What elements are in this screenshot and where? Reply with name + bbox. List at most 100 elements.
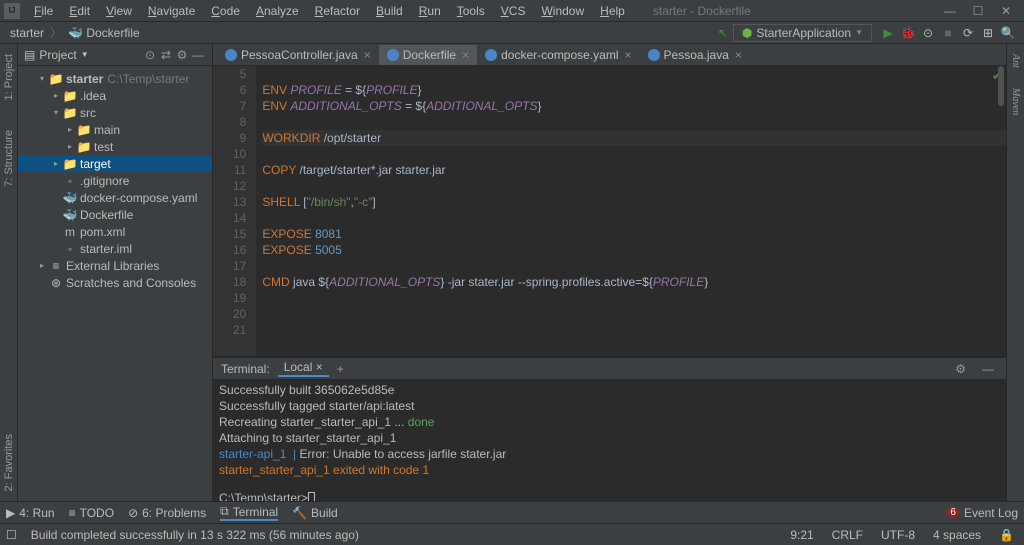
code-line-14[interactable] [262, 210, 1006, 226]
tree-node-starter-iml[interactable]: ◦starter.iml [18, 240, 212, 257]
file-encoding[interactable]: UTF-8 [877, 528, 919, 542]
add-terminal-button[interactable]: + [337, 362, 344, 376]
menu-edit[interactable]: Edit [61, 4, 98, 18]
toolwindow-terminal[interactable]: ⧉Terminal [220, 504, 278, 521]
tree-node-docker-compose-yaml[interactable]: 🐳docker-compose.yaml [18, 189, 212, 206]
menu-code[interactable]: Code [203, 4, 248, 18]
tree-node-dockerfile[interactable]: 🐳Dockerfile [18, 206, 212, 223]
breadcrumb-root[interactable]: starter [6, 26, 48, 40]
editor-tab-docker-compose-yaml[interactable]: docker-compose.yaml× [477, 45, 639, 65]
code-line-10[interactable] [262, 146, 1006, 162]
close-icon[interactable]: × [364, 48, 371, 62]
terminal-label: Terminal: [221, 362, 270, 376]
code-line-11[interactable]: COPY /target/starter*.jar starter.jar [262, 162, 1006, 178]
tree-node-pom-xml[interactable]: mpom.xml [18, 223, 212, 240]
expand-icon[interactable]: ⇄ [158, 48, 174, 62]
close-icon[interactable]: × [735, 48, 742, 62]
menu-navigate[interactable]: Navigate [140, 4, 203, 18]
locate-icon[interactable]: ⊙ [142, 48, 158, 62]
menu-refactor[interactable]: Refactor [307, 4, 368, 18]
terminal-tab-local[interactable]: Local × [278, 360, 329, 377]
maximize-button[interactable]: ☐ [964, 4, 992, 18]
project-view-selector[interactable]: ▤Project▼ [24, 48, 142, 62]
code-line-8[interactable] [262, 114, 1006, 130]
editor-tab-pessoa-java[interactable]: Pessoa.java× [640, 45, 750, 65]
menu-file[interactable]: File [26, 4, 61, 18]
tree-node-test[interactable]: ▸📁test [18, 138, 212, 155]
code-line-15[interactable]: EXPOSE 8081 [262, 226, 1006, 242]
toolwindow-build[interactable]: 🔨Build [292, 506, 338, 520]
run-button[interactable]: ▶ [878, 26, 898, 40]
terminal-line: Successfully built 365062e5d85e [219, 382, 1000, 398]
tree-node-src[interactable]: ▾📁src [18, 104, 212, 121]
code-line-19[interactable] [262, 290, 1006, 306]
window-title: starter - Dockerfile [653, 4, 751, 18]
tree-node-scratches-and-consoles[interactable]: ⊛Scratches and Consoles [18, 274, 212, 291]
tree-node--gitignore[interactable]: ◦.gitignore [18, 172, 212, 189]
editor-tab-dockerfile[interactable]: Dockerfile× [379, 45, 477, 65]
menu-help[interactable]: Help [592, 4, 633, 18]
tool-ant[interactable]: Ant [1010, 54, 1021, 68]
lock-icon[interactable]: 🔒 [995, 528, 1018, 542]
tool-project[interactable]: 1: Project [3, 54, 15, 100]
search-everywhere-button[interactable]: 🔍 [998, 26, 1018, 40]
back-nav-icon[interactable]: ↖ [713, 26, 733, 40]
update-button[interactable]: ⟳ [958, 26, 978, 40]
close-icon[interactable]: × [462, 48, 469, 62]
layout-button[interactable]: ⊞ [978, 26, 998, 40]
caret-position[interactable]: 9:21 [786, 528, 817, 542]
menu-window[interactable]: Window [533, 4, 592, 18]
indent-setting[interactable]: 4 spaces [929, 528, 985, 542]
terminal-settings-icon[interactable]: ⚙ [951, 362, 970, 376]
scrollbar-thumb[interactable] [998, 66, 1004, 106]
close-window-button[interactable]: ✕ [992, 4, 1020, 18]
stop-button[interactable]: ■ [938, 26, 958, 40]
close-tab-icon[interactable]: × [316, 360, 323, 374]
event-log-button[interactable]: 6 Event Log [946, 506, 1018, 520]
breadcrumb-file[interactable]: 🐳 Dockerfile [64, 26, 144, 40]
status-icon[interactable]: ☐ [6, 528, 17, 542]
code-line-21[interactable] [262, 322, 1006, 338]
terminal-prompt[interactable]: C:\Temp\starter> [219, 490, 1000, 501]
terminal-hide-icon[interactable]: — [978, 362, 998, 376]
toolwindow-4--run[interactable]: ▶4: Run [6, 506, 55, 520]
code-line-16[interactable]: EXPOSE 5005 [262, 242, 1006, 258]
tree-node-starter[interactable]: ▾📁starterC:\Temp\starter [18, 70, 212, 87]
code-line-5[interactable] [262, 66, 1006, 82]
toolwindow-6--problems[interactable]: ⊘6: Problems [128, 506, 206, 520]
tree-node-external-libraries[interactable]: ▸≡External Libraries [18, 257, 212, 274]
breadcrumb-sep: 〉 [48, 24, 64, 41]
tool-maven[interactable]: Maven [1010, 88, 1021, 115]
tool-favorites[interactable]: 2: Favorites [3, 434, 15, 491]
menu-vcs[interactable]: VCS [493, 4, 534, 18]
code-line-12[interactable] [262, 178, 1006, 194]
menu-tools[interactable]: Tools [449, 4, 493, 18]
menu-run[interactable]: Run [411, 4, 449, 18]
code-line-6[interactable]: ENV PROFILE = ${PROFILE} [262, 82, 1006, 98]
spring-icon: ⬢ [742, 26, 752, 40]
tree-node--idea[interactable]: ▸📁.idea [18, 87, 212, 104]
menu-analyze[interactable]: Analyze [248, 4, 307, 18]
debug-button[interactable]: 🐞 [898, 26, 918, 40]
code-line-7[interactable]: ENV ADDITIONAL_OPTS = ${ADDITIONAL_OPTS} [262, 98, 1006, 114]
dropdown-icon: ▼ [855, 28, 863, 37]
code-line-18[interactable]: CMD java ${ADDITIONAL_OPTS} -jar stater.… [262, 274, 1006, 290]
minimize-button[interactable]: — [936, 4, 964, 18]
editor-tab-pessoacontroller-java[interactable]: PessoaController.java× [217, 45, 379, 65]
close-icon[interactable]: × [625, 48, 632, 62]
line-separator[interactable]: CRLF [828, 528, 867, 542]
code-line-13[interactable]: SHELL ["/bin/sh","-c"] [262, 194, 1006, 210]
code-line-17[interactable] [262, 258, 1006, 274]
tree-node-main[interactable]: ▸📁main [18, 121, 212, 138]
tool-structure[interactable]: 7: Structure [3, 130, 15, 187]
run-config-selector[interactable]: ⬢ StarterApplication ▼ [733, 24, 872, 42]
toolwindow-todo[interactable]: ≡TODO [69, 506, 114, 520]
code-line-9[interactable]: WORKDIR /opt/starter [262, 130, 1006, 146]
settings-icon[interactable]: ⚙ [174, 48, 190, 62]
coverage-button[interactable]: ⊙ [918, 26, 938, 40]
hide-panel-icon[interactable]: — [190, 48, 206, 62]
code-line-20[interactable] [262, 306, 1006, 322]
menu-view[interactable]: View [98, 4, 140, 18]
menu-build[interactable]: Build [368, 4, 411, 18]
tree-node-target[interactable]: ▸📁target [18, 155, 212, 172]
